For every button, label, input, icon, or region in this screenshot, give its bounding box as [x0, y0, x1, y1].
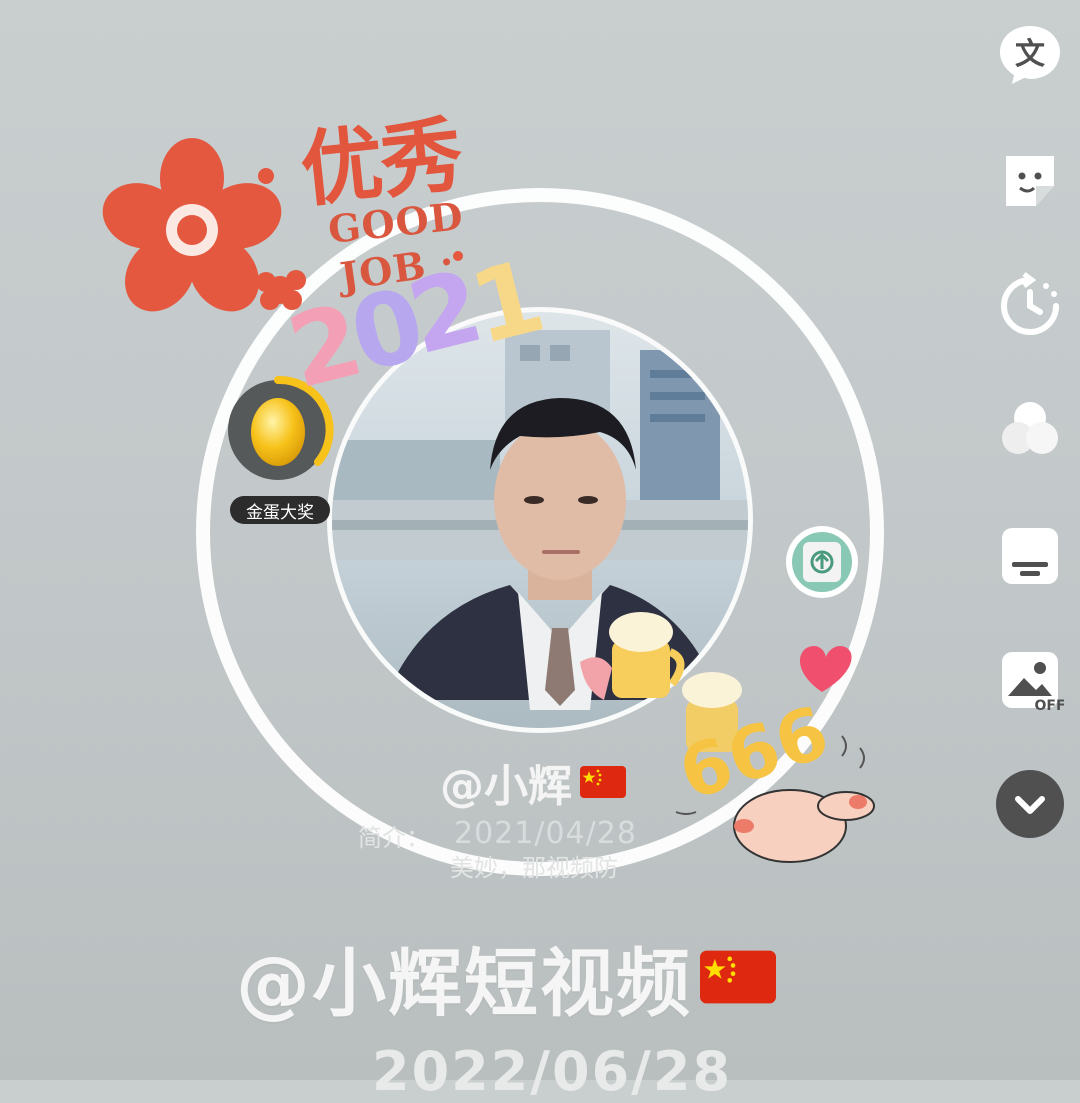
image-off-icon: OFF — [1002, 652, 1064, 714]
svg-text:文: 文 — [1015, 37, 1045, 72]
text-tool-button[interactable]: 文 — [996, 20, 1064, 88]
svg-text:OFF: OFF — [1034, 698, 1064, 714]
editor-toolbar: 文 OFF — [960, 0, 1080, 1080]
main-date-text: 2022/06/28 — [372, 1040, 733, 1103]
filter-circles-icon — [1002, 402, 1058, 454]
china-flag-icon — [580, 766, 626, 798]
main-handle-text: @小辉短视频 — [236, 922, 776, 1032]
chevron-down-icon — [996, 770, 1064, 838]
inner-handle-text: @小辉 — [440, 752, 640, 812]
filter-tool-button[interactable] — [996, 396, 1064, 464]
upload-badge-icon — [786, 526, 858, 598]
inner-bio-prefix: 简介： — [358, 824, 430, 852]
timer-icon — [1001, 272, 1059, 335]
sticker-icon — [1006, 156, 1054, 206]
caption-icon — [1002, 528, 1058, 584]
video-editor-canvas: 2 0 2 1 666 优秀 GOOD JOB · 金蛋大奖 @小辉 2021/… — [0, 0, 1080, 1103]
inner-bio-text: 美妙，那视频防 — [450, 854, 618, 882]
image-off-tool-button[interactable]: OFF — [996, 646, 1064, 714]
timer-tool-button[interactable] — [996, 272, 1064, 340]
golden-egg-label[interactable]: 金蛋大奖 — [230, 496, 330, 524]
sticker-tool-button[interactable] — [996, 146, 1064, 214]
caption-tool-button[interactable] — [996, 522, 1064, 590]
text-bubble-icon: 文 — [1000, 26, 1060, 84]
collapse-tool-button[interactable] — [996, 770, 1064, 838]
inner-date-text: 2021/04/28 — [454, 816, 637, 851]
china-flag-icon — [700, 950, 776, 1004]
avatar-frame: 2 0 2 1 666 — [102, 138, 884, 876]
